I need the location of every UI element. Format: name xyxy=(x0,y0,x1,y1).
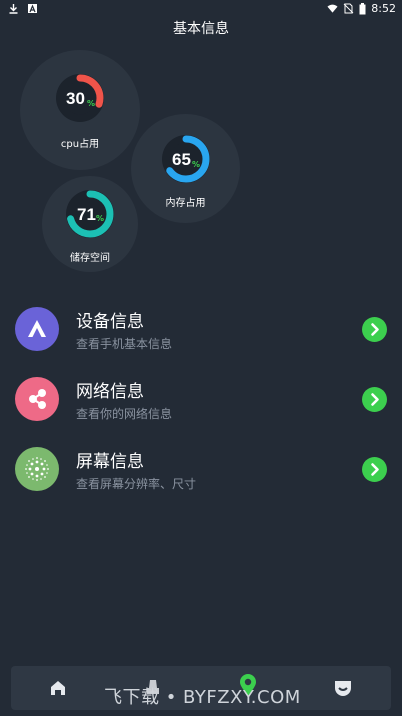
a-badge-icon xyxy=(28,4,37,13)
chevron-right-icon[interactable] xyxy=(362,317,387,342)
status-time: 8:52 xyxy=(371,2,396,15)
memory-percent: % xyxy=(192,160,201,169)
chevron-right-icon[interactable] xyxy=(362,457,387,482)
network-info-subtitle: 查看你的网络信息 xyxy=(76,407,173,421)
screen-info-title: 屏幕信息 xyxy=(76,452,144,472)
no-sim-icon xyxy=(343,3,354,14)
watermark: 飞下载 • BYFZXY.COM xyxy=(104,687,301,708)
storage-percent: % xyxy=(96,214,105,223)
memory-value: 65 xyxy=(172,150,191,169)
screen-dots-icon xyxy=(25,457,49,481)
home-icon xyxy=(51,681,65,695)
device-triangle-icon xyxy=(28,320,46,337)
network-info-row[interactable]: 网络信息 查看你的网络信息 xyxy=(0,377,402,433)
storage-value: 71 xyxy=(77,205,96,224)
storage-label: 储存空间 xyxy=(70,253,110,264)
page-title: 基本信息 xyxy=(173,21,229,37)
device-info-subtitle: 查看手机基本信息 xyxy=(76,337,173,351)
memory-label: 内存占用 xyxy=(165,198,206,209)
screen-info-subtitle: 查看屏幕分辨率、尺寸 xyxy=(76,477,197,491)
network-nodes-icon xyxy=(29,389,46,409)
nav-home[interactable] xyxy=(38,666,78,710)
device-icon-circle xyxy=(15,307,59,351)
memory-gauge: 65 % 内存占用 xyxy=(131,114,240,223)
screen-icon-circle xyxy=(15,447,59,491)
device-info-row[interactable]: 设备信息 查看手机基本信息 xyxy=(0,307,402,363)
nav-profile[interactable] xyxy=(323,666,363,710)
network-info-title: 网络信息 xyxy=(76,382,144,402)
wifi-icon xyxy=(327,4,338,13)
profile-icon xyxy=(335,681,351,696)
cpu-label: cpu占用 xyxy=(60,139,100,150)
cpu-gauge: 30 % cpu占用 xyxy=(20,50,140,170)
chevron-right-icon[interactable] xyxy=(362,387,387,412)
battery-icon xyxy=(359,2,366,14)
download-icon xyxy=(9,4,18,14)
screen-info-row[interactable]: 屏幕信息 查看屏幕分辨率、尺寸 xyxy=(0,447,402,503)
status-bar: 8:52 xyxy=(0,0,402,18)
cpu-percent: % xyxy=(87,99,96,108)
device-info-title: 设备信息 xyxy=(76,312,144,332)
cpu-value: 30 xyxy=(66,89,85,108)
storage-gauge: 71 % 储存空间 xyxy=(42,176,138,272)
network-icon-circle xyxy=(15,377,59,421)
